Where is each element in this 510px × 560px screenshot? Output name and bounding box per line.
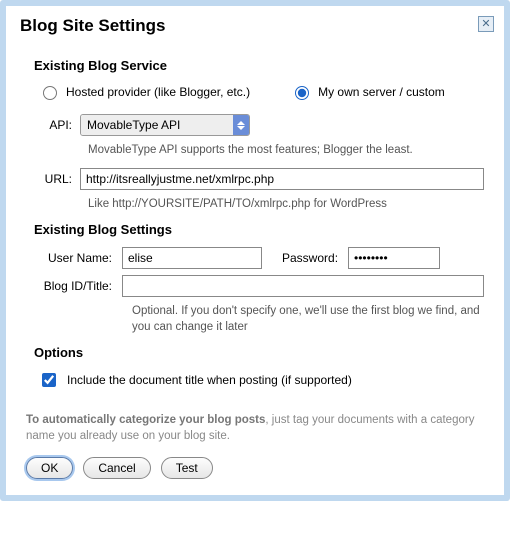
service-radio-group: Hosted provider (like Blogger, etc.) My …: [34, 83, 484, 100]
service-heading: Existing Blog Service: [34, 58, 484, 73]
button-bar: OK Cancel Test: [6, 457, 504, 495]
user-row: User Name: Password:: [34, 247, 484, 269]
test-button[interactable]: Test: [161, 457, 213, 479]
url-input[interactable]: [80, 168, 484, 190]
blogid-row: Blog ID/Title:: [34, 275, 484, 297]
dialog-body: Existing Blog Service Hosted provider (l…: [6, 44, 504, 412]
footer-note: To automatically categorize your blog po…: [6, 412, 504, 456]
close-icon[interactable]: ✕: [478, 16, 494, 32]
include-title-row: Include the document title when posting …: [38, 370, 484, 390]
url-label: URL:: [34, 172, 80, 186]
include-title-label: Include the document title when posting …: [67, 373, 352, 387]
dialog-window: Blog Site Settings ✕ Existing Blog Servi…: [0, 0, 510, 501]
options-heading: Options: [34, 345, 484, 360]
ok-button[interactable]: OK: [26, 457, 73, 479]
radio-hosted-provider[interactable]: Hosted provider (like Blogger, etc.): [38, 83, 250, 100]
password-label: Password:: [262, 251, 348, 265]
blogid-input[interactable]: [122, 275, 484, 297]
url-row: URL:: [34, 168, 484, 190]
radio-own-label: My own server / custom: [318, 85, 445, 99]
dialog-header: Blog Site Settings ✕: [6, 6, 504, 44]
api-label: API:: [34, 118, 80, 132]
settings-heading: Existing Blog Settings: [34, 222, 484, 237]
radio-hosted-label: Hosted provider (like Blogger, etc.): [66, 85, 250, 99]
api-hint: MovableType API supports the most featur…: [88, 142, 484, 158]
api-select-wrap[interactable]: MovableType API: [80, 114, 250, 136]
api-row: API: MovableType API: [34, 114, 484, 136]
radio-own-server[interactable]: My own server / custom: [290, 83, 445, 100]
select-arrows-icon: [233, 115, 249, 135]
include-title-checkbox[interactable]: [42, 373, 56, 387]
radio-hosted-input[interactable]: [43, 86, 57, 100]
user-label: User Name:: [34, 251, 122, 265]
radio-own-input[interactable]: [295, 86, 309, 100]
username-input[interactable]: [122, 247, 262, 269]
api-select[interactable]: MovableType API: [81, 115, 233, 135]
url-hint: Like http://YOURSITE/PATH/TO/xmlrpc.php …: [88, 196, 484, 212]
footer-note-bold: To automatically categorize your blog po…: [26, 414, 265, 426]
blogid-label: Blog ID/Title:: [34, 279, 122, 293]
blogid-hint: Optional. If you don't specify one, we'l…: [132, 303, 484, 335]
cancel-button[interactable]: Cancel: [83, 457, 150, 479]
dialog-title: Blog Site Settings: [20, 16, 165, 35]
password-input[interactable]: [348, 247, 440, 269]
